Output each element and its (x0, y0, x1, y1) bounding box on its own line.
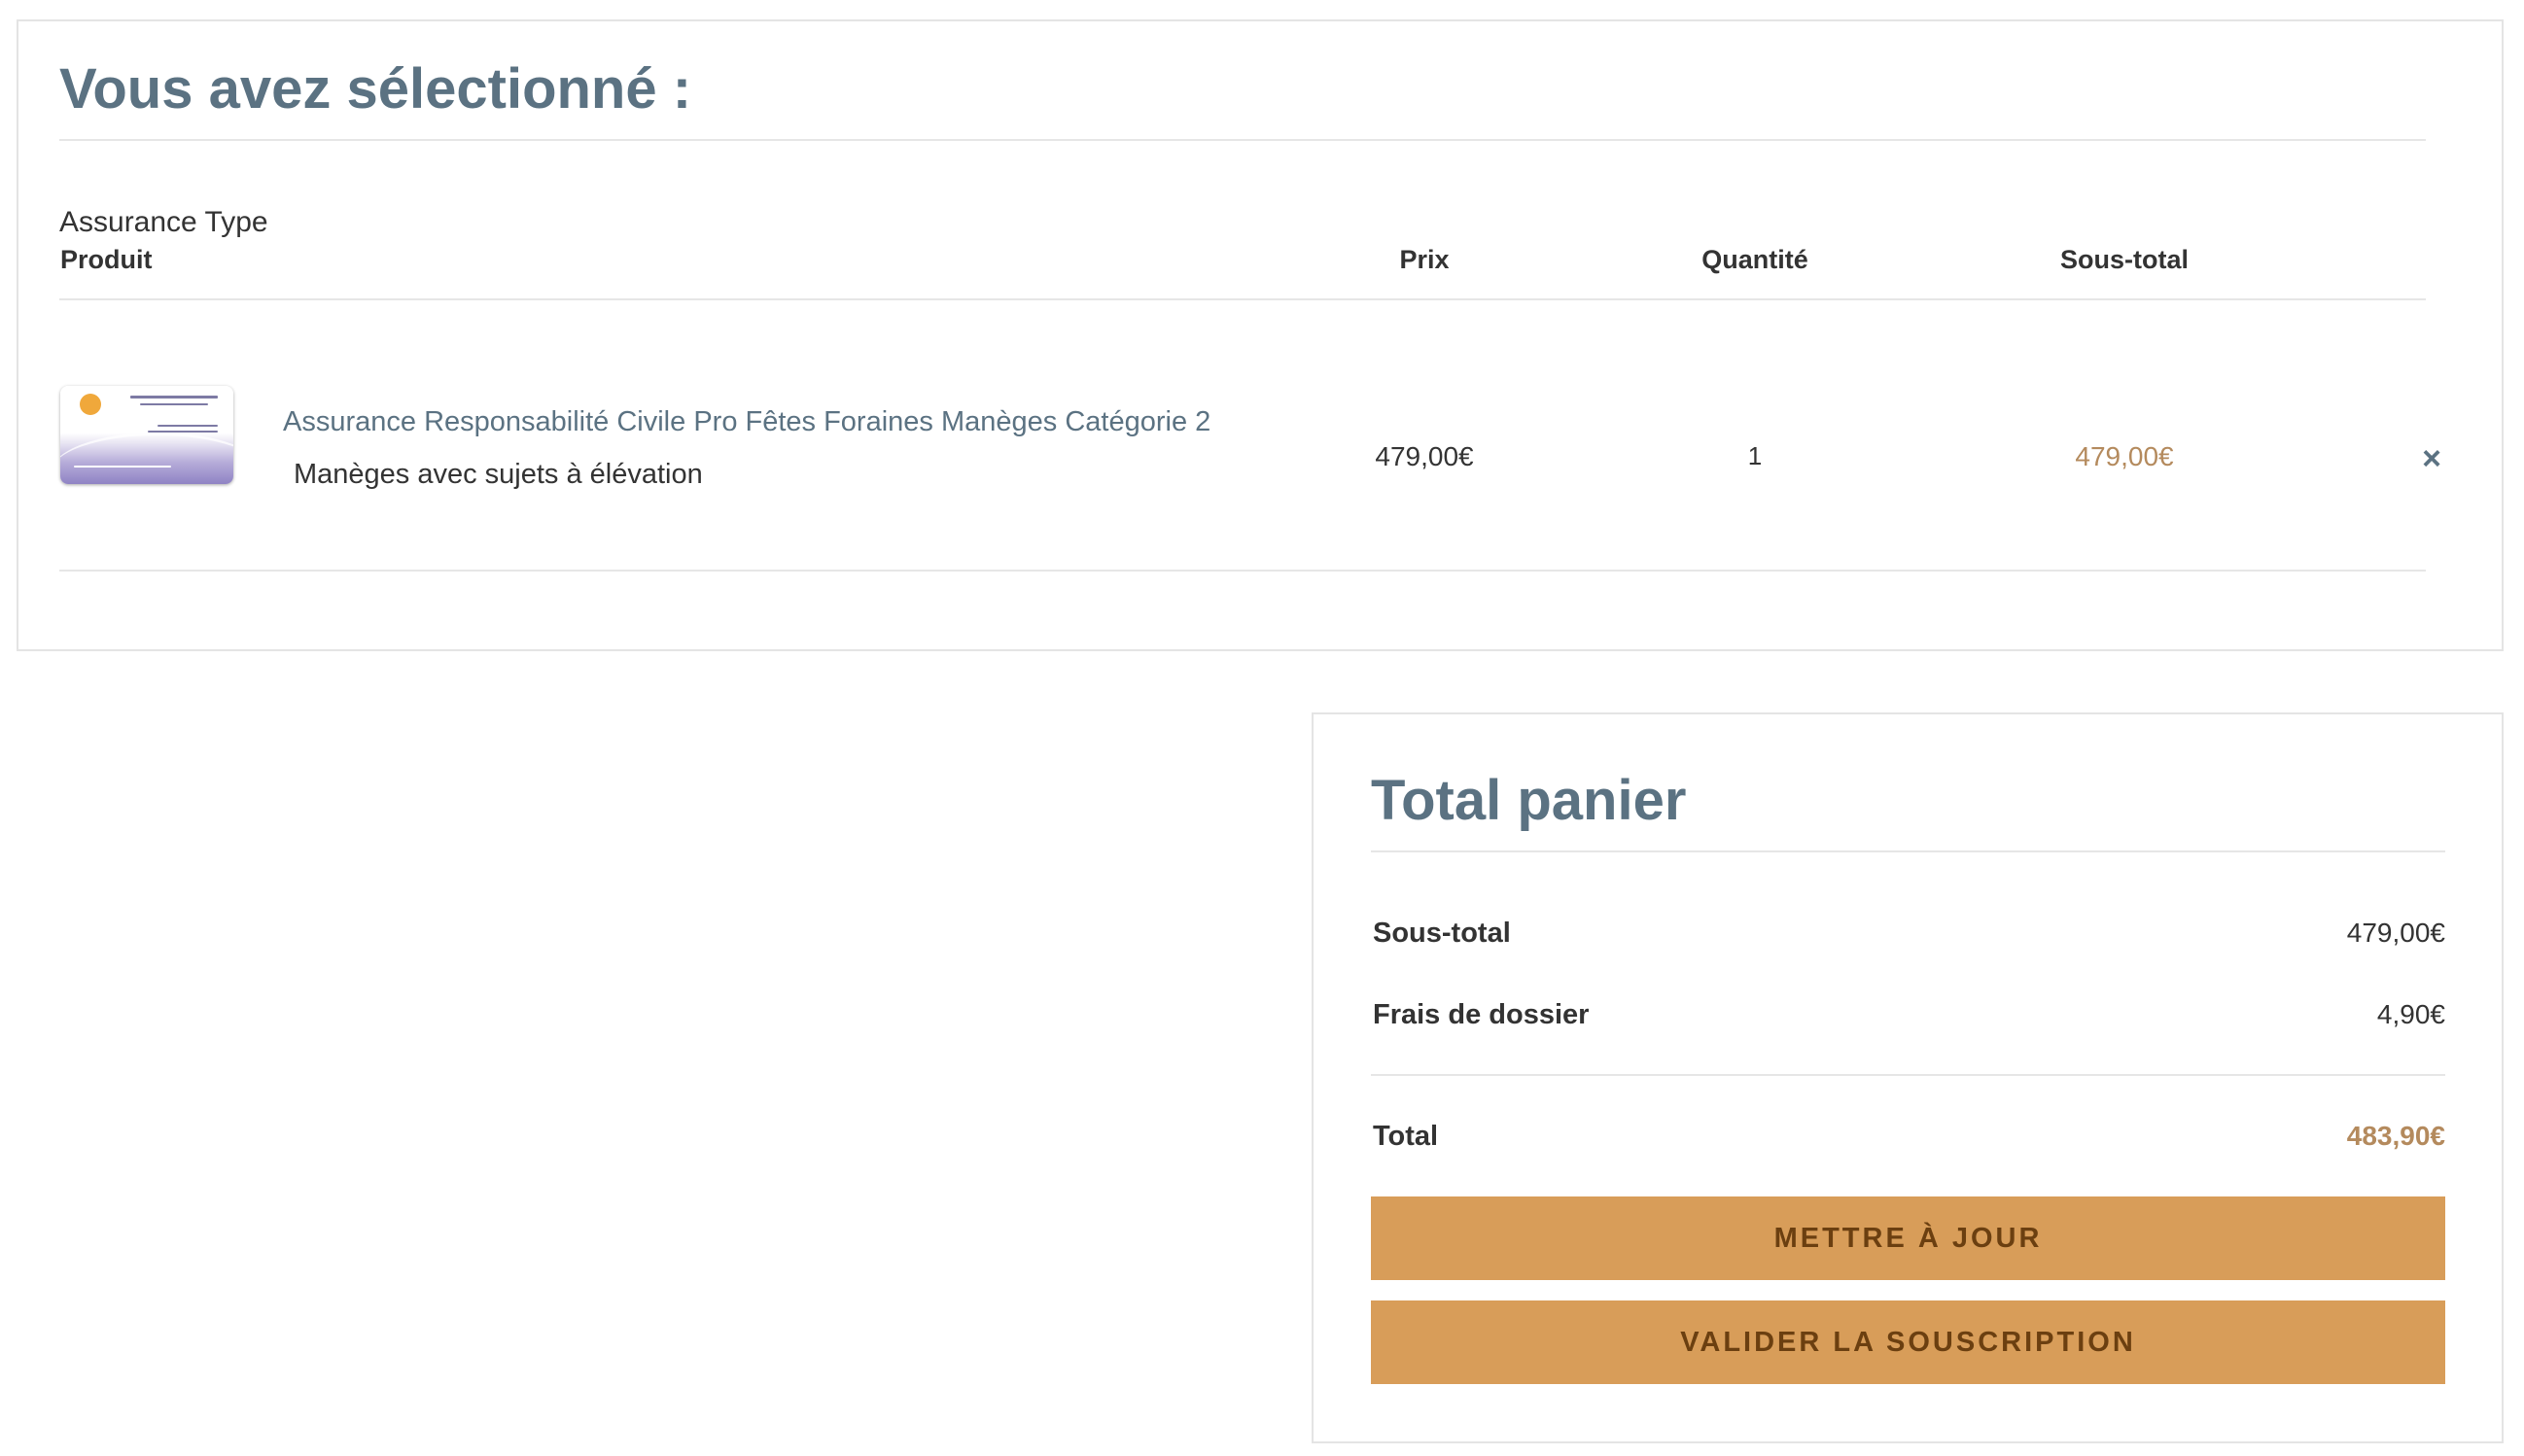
header-quantity: Quantité (1701, 245, 1808, 274)
subtotal-value: 479,00€ (2346, 918, 2445, 948)
row-divider (59, 570, 2426, 572)
update-cart-button[interactable]: METTRE À JOUR (1371, 1196, 2445, 1280)
product-name-link[interactable]: Assurance Responsabilité Civile Pro Fête… (283, 406, 1210, 438)
totals-divider (1371, 1074, 2445, 1076)
header-price: Prix (1399, 245, 1450, 274)
total-label: Total (1373, 1121, 1439, 1152)
totals-title-divider (1371, 850, 2445, 852)
header-divider (59, 298, 2426, 300)
fees-value: 4,90€ (2376, 999, 2445, 1029)
validate-subscription-button[interactable]: VALIDER LA SOUSCRIPTION (1371, 1300, 2445, 1384)
item-price: 479,00€ (1375, 441, 1474, 471)
thumb-text-line (74, 466, 171, 468)
header-product: Produit (60, 245, 153, 274)
fees-label: Frais de dossier (1373, 999, 1590, 1030)
subtotal-label: Sous-total (1373, 918, 1511, 949)
thumb-text-line (158, 425, 218, 427)
remove-item-button[interactable]: × (2417, 441, 2446, 476)
thumb-text-line (140, 403, 208, 405)
header-subtotal: Sous-total (2060, 245, 2189, 274)
totals-title: Total panier (1371, 769, 1687, 832)
item-subtotal: 479,00€ (2075, 441, 2174, 471)
total-value: 483,90€ (2346, 1121, 2445, 1151)
cart-title: Vous avez sélectionné : (59, 57, 692, 121)
close-icon: × (2422, 440, 2441, 477)
item-quantity[interactable]: 1 (1663, 441, 1847, 471)
thumb-wave (60, 433, 233, 484)
logo-icon (80, 394, 101, 415)
product-thumbnail[interactable] (60, 386, 233, 484)
title-divider (59, 139, 2426, 141)
assurance-type-label: Assurance Type (59, 206, 268, 238)
thumb-text-line (130, 396, 218, 399)
product-variant: Manèges avec sujets à élévation (294, 459, 703, 490)
